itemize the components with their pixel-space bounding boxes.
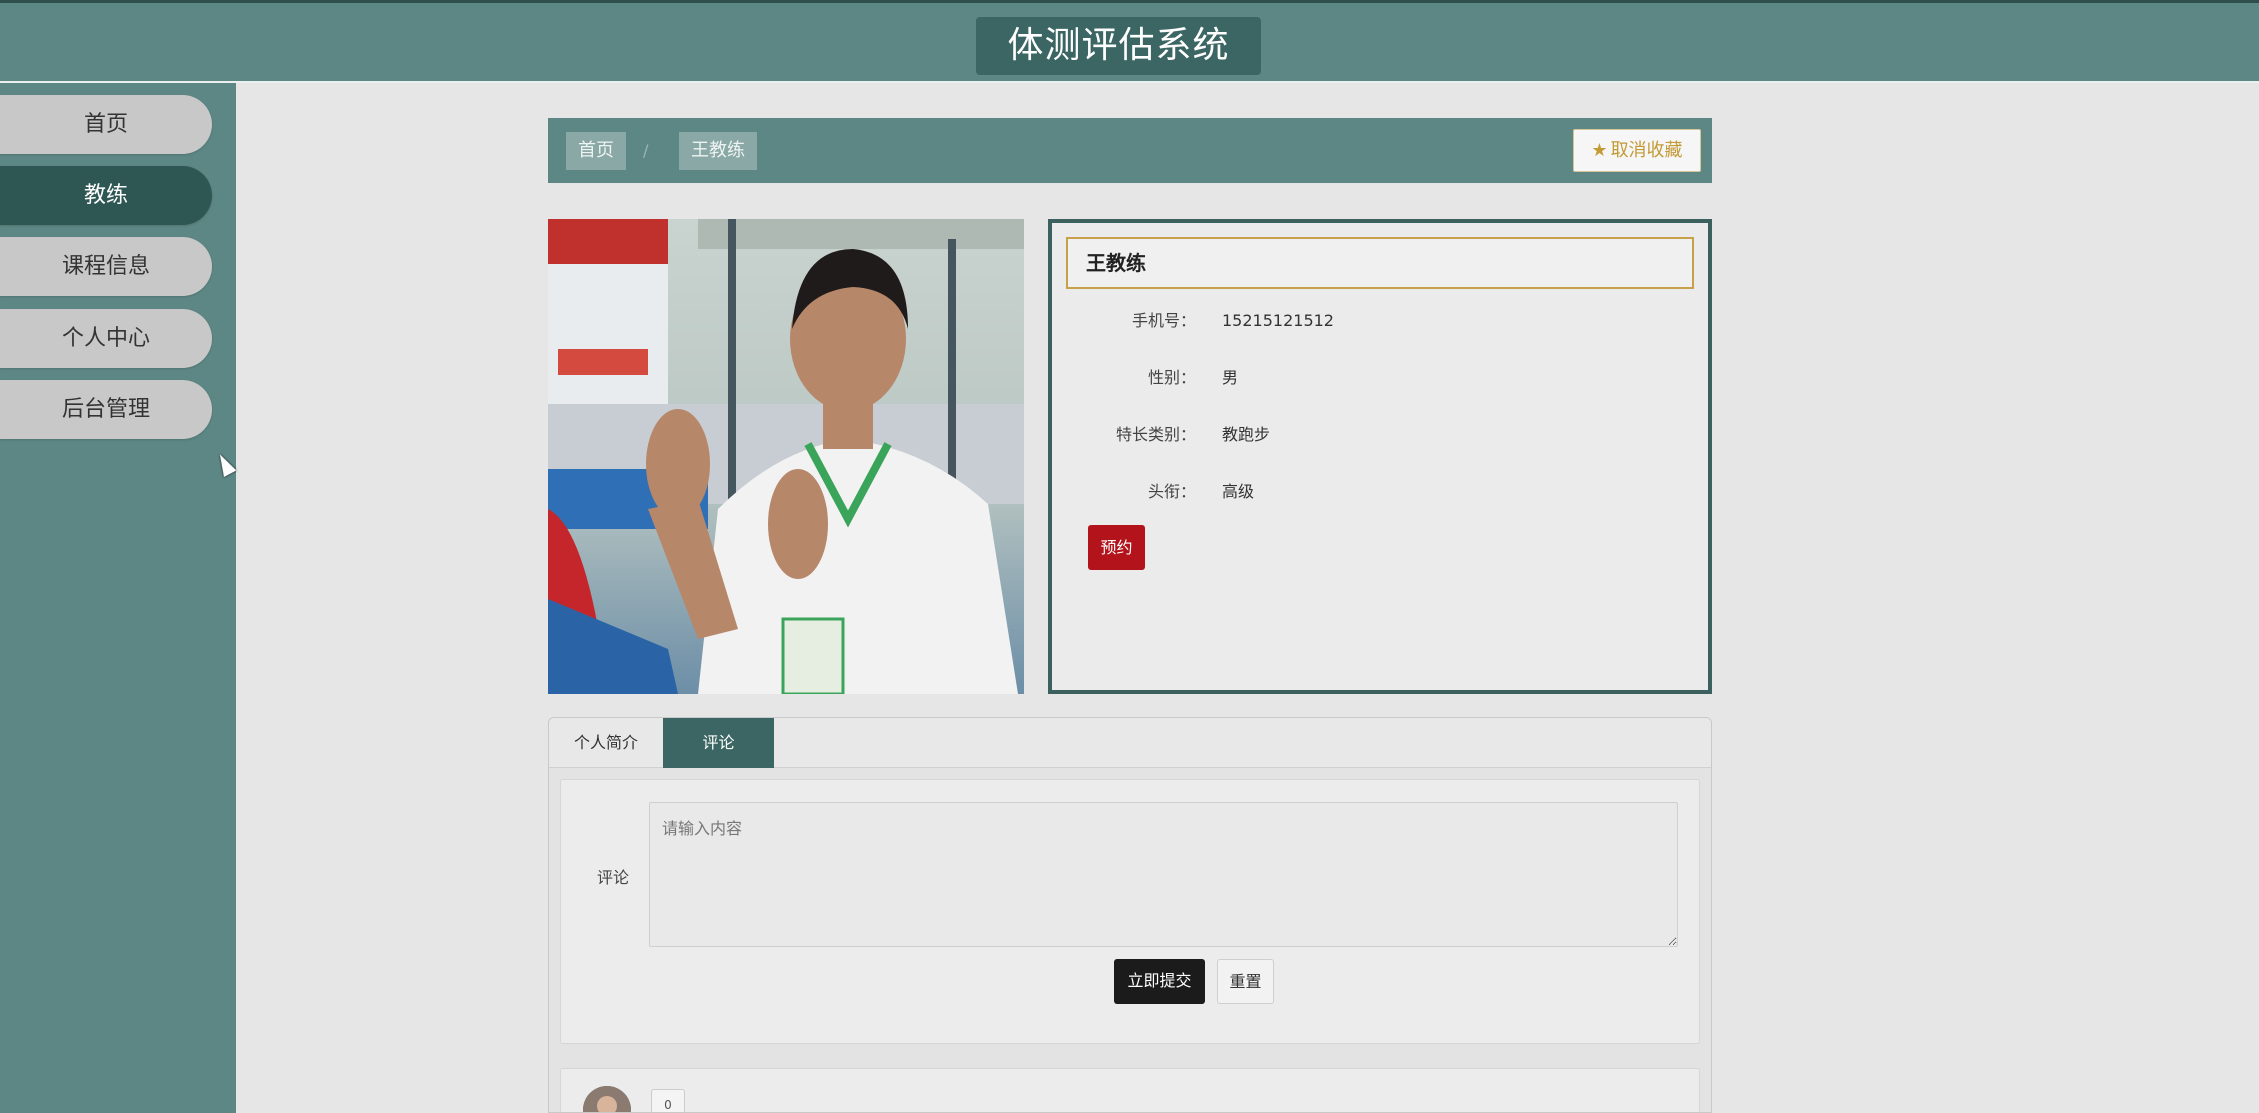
phone-label: 手机号：	[1131, 311, 1196, 330]
comment-list-item: 0	[560, 1068, 1700, 1112]
top-header: 体测评估系统	[0, 0, 2259, 83]
sidebar-item-coach[interactable]: 教练	[0, 166, 212, 225]
tabs-panel: 个人简介 评论 评论 立即提交 重置 0	[548, 717, 1712, 1113]
system-title: 体测评估系统	[976, 17, 1261, 75]
sidebar-item-course-info[interactable]: 课程信息	[0, 237, 212, 296]
title-label: 头衔：	[1147, 482, 1196, 501]
avatar	[583, 1086, 631, 1112]
breadcrumb-current: 王教练	[679, 132, 757, 170]
unfavorite-button[interactable]: ★ 取消收藏	[1573, 129, 1701, 172]
title-value: 高级	[1222, 482, 1255, 501]
reset-button[interactable]: 重置	[1217, 959, 1274, 1004]
tab-strip: 个人简介 评论	[549, 718, 1711, 768]
avatar-image	[583, 1086, 631, 1112]
sidebar-item-admin[interactable]: 后台管理	[0, 380, 212, 439]
gender-label: 性别：	[1147, 368, 1196, 387]
coach-photo-image	[548, 219, 1024, 694]
comment-label: 评论	[597, 868, 630, 887]
book-button[interactable]: 预约	[1088, 525, 1145, 570]
sidebar: 首页 教练 课程信息 个人中心 后台管理	[0, 83, 236, 1113]
tab-profile[interactable]: 个人简介	[549, 718, 663, 768]
gender-value: 男	[1222, 368, 1239, 387]
unfavorite-label: 取消收藏	[1610, 140, 1683, 161]
breadcrumb: 首页 / 王教练 ★ 取消收藏	[548, 118, 1712, 183]
tab-comments[interactable]: 评论	[663, 718, 774, 768]
sidebar-item-personal-center[interactable]: 个人中心	[0, 309, 212, 368]
star-icon: ★	[1591, 140, 1608, 161]
breadcrumb-separator: /	[643, 141, 649, 160]
coach-name: 王教练	[1066, 237, 1694, 289]
specialty-label: 特长类别：	[1115, 425, 1196, 444]
breadcrumb-home[interactable]: 首页	[566, 132, 626, 170]
coach-info-card: 王教练 手机号： 15215121512 性别： 男 特长类别： 教跑步 头衔：…	[1048, 219, 1712, 694]
coach-photo	[548, 219, 1024, 694]
comment-input[interactable]	[649, 802, 1678, 947]
specialty-value: 教跑步	[1222, 425, 1271, 444]
phone-value: 15215121512	[1222, 311, 1334, 330]
submit-button[interactable]: 立即提交	[1114, 959, 1205, 1004]
comment-action-button[interactable]: 0	[651, 1089, 685, 1112]
comment-form: 评论 立即提交 重置	[560, 779, 1700, 1044]
sidebar-item-home[interactable]: 首页	[0, 95, 212, 154]
